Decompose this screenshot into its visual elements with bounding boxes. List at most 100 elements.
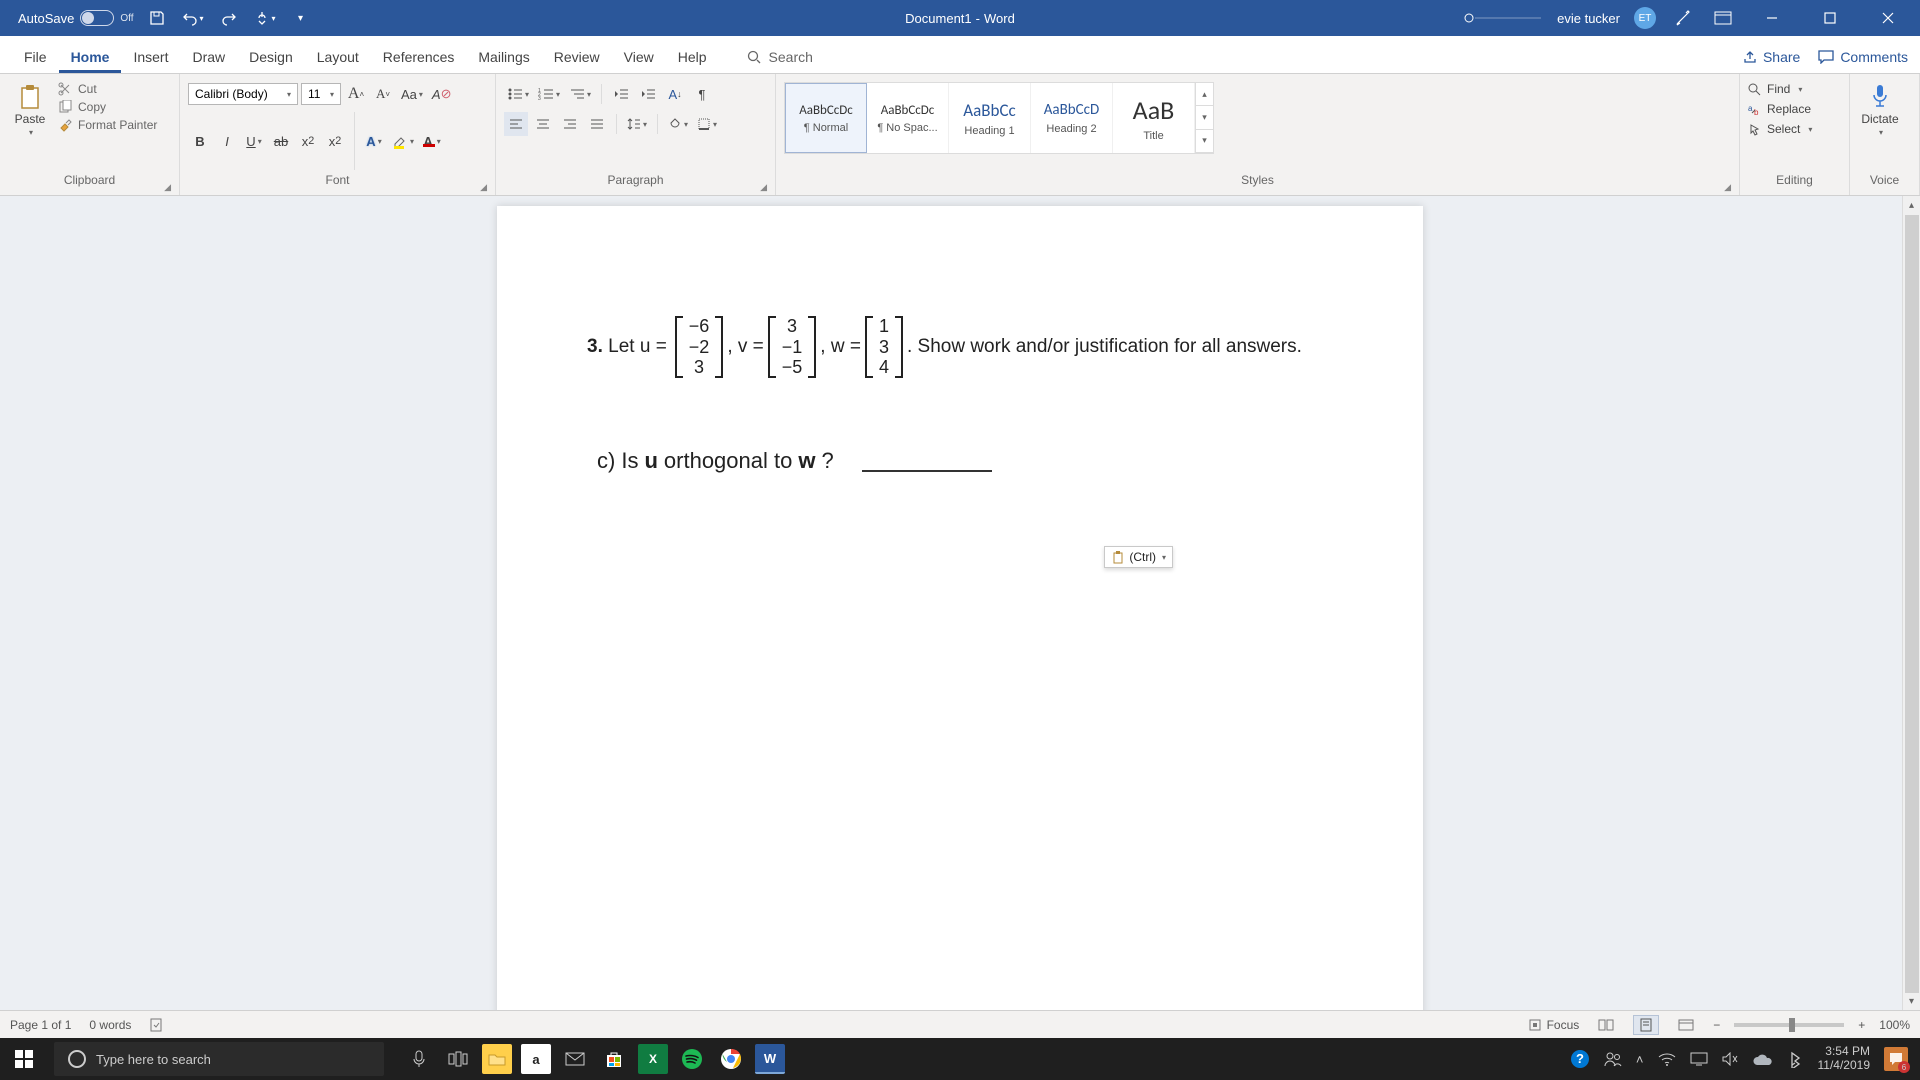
paste-options-smarttag[interactable]: (Ctrl) ▾ — [1104, 546, 1173, 568]
excel-icon[interactable]: X — [638, 1044, 668, 1074]
text-effects-button[interactable]: A▾ — [362, 129, 386, 153]
font-size-combo[interactable]: 11▾ — [301, 83, 341, 105]
increase-indent-button[interactable] — [636, 82, 660, 106]
help-icon[interactable]: ? — [1570, 1049, 1590, 1069]
volume-icon[interactable] — [1722, 1052, 1738, 1066]
print-layout-button[interactable] — [1633, 1015, 1659, 1035]
tab-draw[interactable]: Draw — [180, 39, 237, 73]
zoom-slider[interactable] — [1734, 1023, 1844, 1027]
qat-customize-button[interactable]: ▾ — [288, 5, 314, 31]
dictate-button[interactable]: Dictate ▾ — [1858, 82, 1902, 137]
tab-insert[interactable]: Insert — [121, 39, 180, 73]
mic-icon[interactable] — [404, 1044, 434, 1074]
onedrive-icon[interactable] — [1752, 1053, 1772, 1066]
autosave-toggle[interactable] — [80, 10, 114, 26]
share-button[interactable]: Share — [1743, 49, 1800, 65]
word-icon[interactable]: W — [755, 1044, 785, 1074]
strikethrough-button[interactable]: ab — [269, 129, 293, 153]
tab-help[interactable]: Help — [666, 39, 719, 73]
tab-home[interactable]: Home — [59, 39, 122, 73]
font-launcher[interactable]: ◢ — [480, 182, 487, 193]
taskbar-clock[interactable]: 3:54 PM 11/4/2019 — [1818, 1045, 1871, 1073]
tray-expand-icon[interactable]: ˄ — [1636, 1052, 1644, 1067]
underline-button[interactable]: U▾ — [242, 129, 266, 153]
word-count[interactable]: 0 words — [89, 1018, 131, 1032]
vertical-scrollbar[interactable]: ▴ ▾ — [1902, 196, 1920, 1010]
people-icon[interactable] — [1604, 1050, 1622, 1068]
save-icon[interactable] — [144, 5, 170, 31]
numbering-button[interactable]: 123▾ — [535, 82, 563, 106]
tab-view[interactable]: View — [612, 39, 666, 73]
zoom-out-button[interactable]: − — [1713, 1018, 1720, 1032]
task-view-icon[interactable] — [443, 1044, 473, 1074]
wifi-icon[interactable] — [1658, 1052, 1676, 1066]
highlight-button[interactable]: ▾ — [389, 129, 417, 153]
styles-scroll-down[interactable]: ▾ — [1196, 106, 1213, 129]
chrome-icon[interactable] — [716, 1044, 746, 1074]
font-color-button[interactable]: A▾ — [420, 129, 444, 153]
font-name-combo[interactable]: Calibri (Body)▾ — [188, 83, 298, 105]
styles-gallery[interactable]: AaBbCcDc¶ NormalAaBbCcDc¶ No Spac...AaBb… — [784, 82, 1214, 154]
multilevel-list-button[interactable]: ▾ — [566, 82, 594, 106]
style-heading-1[interactable]: AaBbCcHeading 1 — [949, 83, 1031, 153]
align-right-button[interactable] — [558, 112, 582, 136]
action-center-icon[interactable]: 6 — [1884, 1047, 1908, 1071]
document-page[interactable]: 3. Let u = −6−23 , v = 3−1−5 , w = 134 .… — [497, 206, 1423, 1010]
tab-references[interactable]: References — [371, 39, 467, 73]
focus-mode-button[interactable]: Focus — [1528, 1018, 1580, 1032]
clipboard-launcher[interactable]: ◢ — [164, 182, 171, 193]
subscript-button[interactable]: x2 — [296, 129, 320, 153]
store-icon[interactable] — [599, 1044, 629, 1074]
styles-scroll-up[interactable]: ▴ — [1196, 83, 1213, 106]
ribbon-display-icon[interactable] — [1710, 5, 1736, 31]
style--no-spac-[interactable]: AaBbCcDc¶ No Spac... — [867, 83, 949, 153]
touch-mode-button[interactable]: ▾ — [252, 5, 278, 31]
borders-button[interactable]: ▾ — [694, 112, 720, 136]
replace-button[interactable]: abReplace — [1748, 102, 1812, 116]
scroll-up-button[interactable]: ▴ — [1903, 196, 1920, 214]
proofing-icon[interactable] — [149, 1017, 165, 1033]
start-button[interactable] — [0, 1038, 48, 1080]
style-heading-2[interactable]: AaBbCcDHeading 2 — [1031, 83, 1113, 153]
maximize-button[interactable] — [1808, 0, 1852, 36]
coming-soon-icon[interactable] — [1670, 5, 1696, 31]
italic-button[interactable]: I — [215, 129, 239, 153]
styles-expand[interactable]: ▾ — [1196, 130, 1213, 153]
change-case-button[interactable]: Aa▾ — [398, 82, 426, 106]
undo-button[interactable]: ▾ — [180, 5, 206, 31]
clear-formatting-button[interactable]: A⊘ — [429, 82, 455, 106]
tab-mailings[interactable]: Mailings — [466, 39, 541, 73]
bold-button[interactable]: B — [188, 129, 212, 153]
tab-file[interactable]: File — [12, 39, 59, 73]
bullets-button[interactable]: ▾ — [504, 82, 532, 106]
align-left-button[interactable] — [504, 112, 528, 136]
minimize-button[interactable] — [1750, 0, 1794, 36]
redo-button[interactable] — [216, 5, 242, 31]
tab-layout[interactable]: Layout — [305, 39, 371, 73]
zoom-level[interactable]: 100% — [1879, 1018, 1910, 1032]
user-avatar[interactable]: ET — [1634, 7, 1656, 29]
copy-button[interactable]: Copy — [58, 100, 157, 114]
tab-design[interactable]: Design — [237, 39, 305, 73]
style-title[interactable]: AaBTitle — [1113, 83, 1195, 153]
style--normal[interactable]: AaBbCcDc¶ Normal — [785, 83, 867, 153]
superscript-button[interactable]: x2 — [323, 129, 347, 153]
read-mode-button[interactable] — [1593, 1015, 1619, 1035]
paste-button[interactable]: Paste ▾ — [8, 82, 52, 137]
show-marks-button[interactable]: ¶ — [690, 82, 714, 106]
file-explorer-icon[interactable] — [482, 1044, 512, 1074]
page-indicator[interactable]: Page 1 of 1 — [10, 1018, 71, 1032]
paragraph-launcher[interactable]: ◢ — [760, 182, 767, 193]
grow-font-button[interactable]: A˄ — [344, 82, 368, 106]
styles-launcher[interactable]: ◢ — [1724, 182, 1731, 193]
display-icon[interactable] — [1690, 1052, 1708, 1066]
shading-button[interactable]: ▾ — [665, 112, 691, 136]
tell-me-search[interactable]: Search — [747, 49, 813, 73]
tab-review[interactable]: Review — [542, 39, 612, 73]
bluetooth-icon[interactable] — [1786, 1050, 1804, 1068]
find-button[interactable]: Find▾ — [1748, 82, 1812, 96]
justify-button[interactable] — [585, 112, 609, 136]
spotify-icon[interactable] — [677, 1044, 707, 1074]
line-spacing-button[interactable]: ▾ — [624, 112, 650, 136]
shrink-font-button[interactable]: A˅ — [371, 82, 395, 106]
